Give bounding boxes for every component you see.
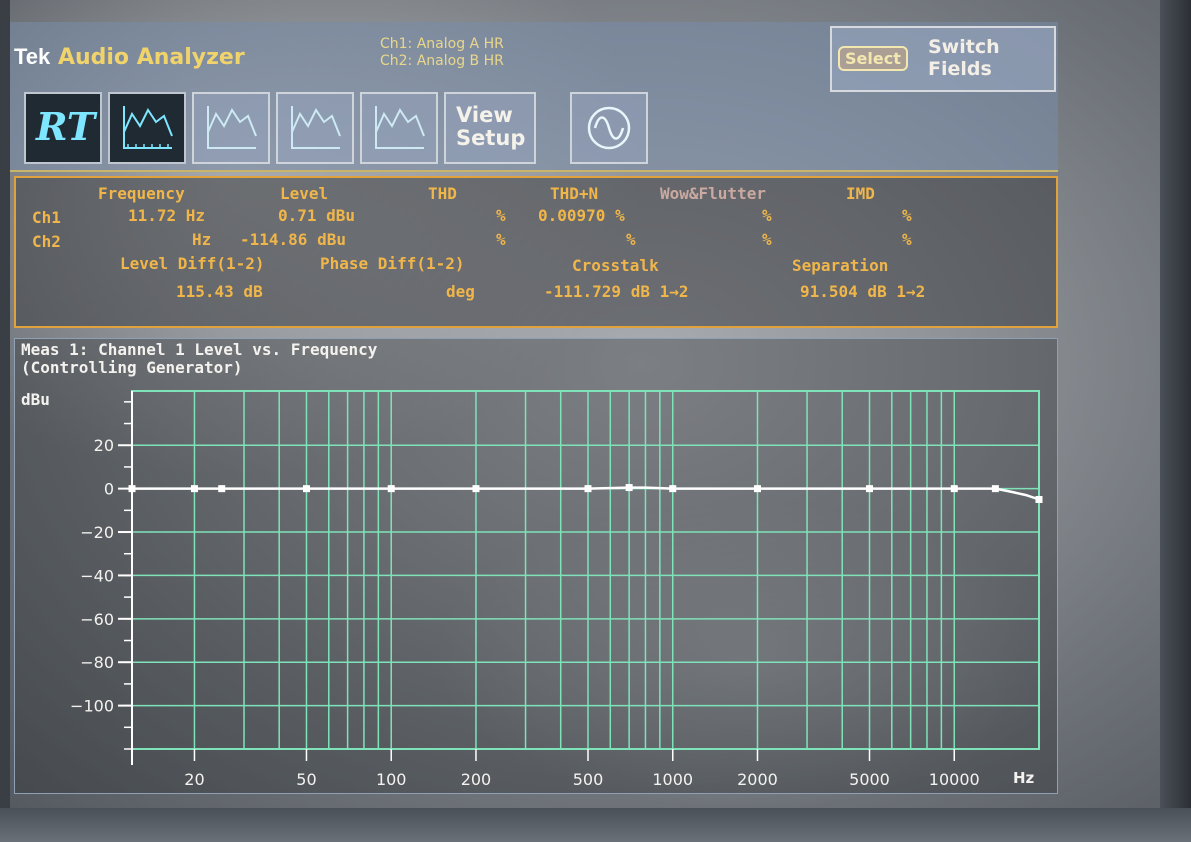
header-separation: Separation bbox=[792, 256, 889, 275]
data-point bbox=[190, 485, 198, 493]
level-diff-value: 115.43 dB bbox=[176, 282, 263, 301]
header-phase-diff: Phase Diff(1-2) bbox=[320, 254, 465, 273]
view-setup-line2: Setup bbox=[456, 126, 526, 150]
x-tick-label: 2000 bbox=[737, 770, 778, 789]
data-point bbox=[625, 484, 633, 492]
data-point bbox=[866, 485, 874, 493]
header-imd: IMD bbox=[846, 184, 875, 203]
data-point bbox=[753, 485, 761, 493]
graph-4-icon bbox=[375, 106, 425, 149]
data-point bbox=[302, 485, 310, 493]
switch-fields-line1: Switch bbox=[928, 36, 1000, 58]
generator-sine-icon bbox=[587, 106, 631, 150]
switch-fields-label: Switch Fields bbox=[928, 36, 1000, 80]
x-axis-label: Hz bbox=[1013, 769, 1035, 787]
phase-diff-value: deg bbox=[446, 282, 475, 301]
view-setup-button[interactable]: View Setup bbox=[444, 92, 536, 164]
header-crosstalk: Crosstalk bbox=[572, 256, 659, 275]
header-bar: Tek Audio Analyzer Ch1: Analog A HR Ch2:… bbox=[10, 22, 1058, 172]
graph-1-icon bbox=[123, 106, 173, 149]
graph-3-icon bbox=[291, 106, 341, 149]
ch1-wow-flutter: % bbox=[762, 206, 772, 225]
ch1-frequency: 11.72 Hz bbox=[128, 206, 206, 225]
app-title: Tek Audio Analyzer bbox=[14, 44, 245, 70]
y-axis-label: dBu bbox=[21, 390, 50, 409]
brand-logo: Tek bbox=[14, 44, 51, 69]
app-name: Audio Analyzer bbox=[57, 45, 245, 70]
y-tick-label: 0 bbox=[104, 480, 114, 499]
data-point bbox=[584, 485, 592, 493]
y-tick-label: −20 bbox=[80, 523, 114, 542]
data-point bbox=[950, 485, 958, 493]
realtime-button[interactable]: RT bbox=[24, 92, 102, 164]
data-point bbox=[669, 485, 677, 493]
switch-fields-line2: Fields bbox=[928, 58, 992, 80]
x-tick-label: 10000 bbox=[929, 770, 980, 789]
graph-1-button[interactable] bbox=[108, 92, 186, 164]
ch1-level: 0.71 dBu bbox=[278, 206, 356, 225]
graph-2-button[interactable] bbox=[192, 92, 270, 164]
y-tick-label: −40 bbox=[80, 566, 114, 585]
realtime-icon: RT bbox=[36, 104, 96, 149]
level-vs-frequency-chart: 200−20−40−60−80−10020 50 100 200 500 1000 2000… bbox=[21, 390, 1043, 789]
y-tick-label: −80 bbox=[80, 653, 114, 672]
graph-panel: Meas 1: Channel 1 Level vs. Frequency (C… bbox=[14, 338, 1058, 794]
switch-fields-button[interactable]: Select Switch Fields bbox=[830, 26, 1056, 92]
y-tick-label: −60 bbox=[80, 610, 114, 629]
header-level-diff: Level Diff(1-2) bbox=[120, 254, 265, 273]
ch2-imd: % bbox=[902, 230, 912, 249]
x-tick-label: 50 bbox=[296, 770, 316, 789]
header-wow-flutter: Wow&Flutter bbox=[660, 184, 766, 203]
ch2-frequency: Hz bbox=[192, 230, 212, 249]
analyzer-screen: Tek Audio Analyzer Ch1: Analog A HR Ch2:… bbox=[0, 0, 1160, 810]
bezel-right bbox=[1160, 0, 1191, 842]
ch2-level: -114.86 dBu bbox=[240, 230, 346, 249]
ch1-thd: % bbox=[496, 206, 506, 225]
ch1-imd: % bbox=[902, 206, 912, 225]
graph-4-button[interactable] bbox=[360, 92, 438, 164]
channel-sources: Ch1: Analog A HR Ch2: Analog B HR bbox=[380, 36, 504, 70]
ch1-label: Ch1 bbox=[32, 208, 61, 227]
bezel-bottom bbox=[0, 808, 1191, 842]
bezel-left bbox=[0, 0, 10, 842]
view-setup-line1: View bbox=[456, 103, 513, 127]
ch2-source: Ch2: Analog B HR bbox=[380, 53, 504, 69]
ch2-wow-flutter: % bbox=[762, 230, 772, 249]
data-point bbox=[218, 485, 226, 493]
data-point bbox=[387, 485, 395, 493]
header-thdn: THD+N bbox=[550, 184, 599, 203]
select-tag: Select bbox=[838, 46, 908, 71]
header-frequency: Frequency bbox=[98, 184, 185, 203]
x-tick-label: 20 bbox=[184, 770, 204, 789]
ch1-thdn: 0.00970 % bbox=[538, 206, 625, 225]
y-tick-label: −100 bbox=[70, 697, 114, 716]
header-level: Level bbox=[280, 184, 329, 203]
x-tick-label: 1000 bbox=[652, 770, 693, 789]
ch2-thdn: % bbox=[626, 230, 636, 249]
x-tick-label: 5000 bbox=[849, 770, 890, 789]
ch1-source: Ch1: Analog A HR bbox=[380, 36, 504, 52]
graph-2-icon bbox=[207, 106, 257, 149]
view-setup-label: View Setup bbox=[456, 104, 525, 150]
data-point bbox=[1035, 495, 1043, 503]
x-tick-label: 100 bbox=[376, 770, 407, 789]
readings-panel: Frequency Level THD THD+N Wow&Flutter IM… bbox=[14, 176, 1058, 328]
data-point bbox=[472, 485, 480, 493]
ch2-thd: % bbox=[496, 230, 506, 249]
y-tick-label: 20 bbox=[94, 436, 114, 455]
separation-value: 91.504 dB 1→2 bbox=[800, 282, 926, 301]
crosstalk-value: -111.729 dB 1→2 bbox=[544, 282, 689, 301]
ch2-label: Ch2 bbox=[32, 232, 61, 251]
x-tick-label: 200 bbox=[461, 770, 492, 789]
data-point bbox=[128, 485, 136, 493]
x-tick-label: 500 bbox=[573, 770, 604, 789]
header-thd: THD bbox=[428, 184, 457, 203]
data-point bbox=[991, 485, 999, 493]
generator-button[interactable] bbox=[570, 92, 648, 164]
graph-3-button[interactable] bbox=[276, 92, 354, 164]
